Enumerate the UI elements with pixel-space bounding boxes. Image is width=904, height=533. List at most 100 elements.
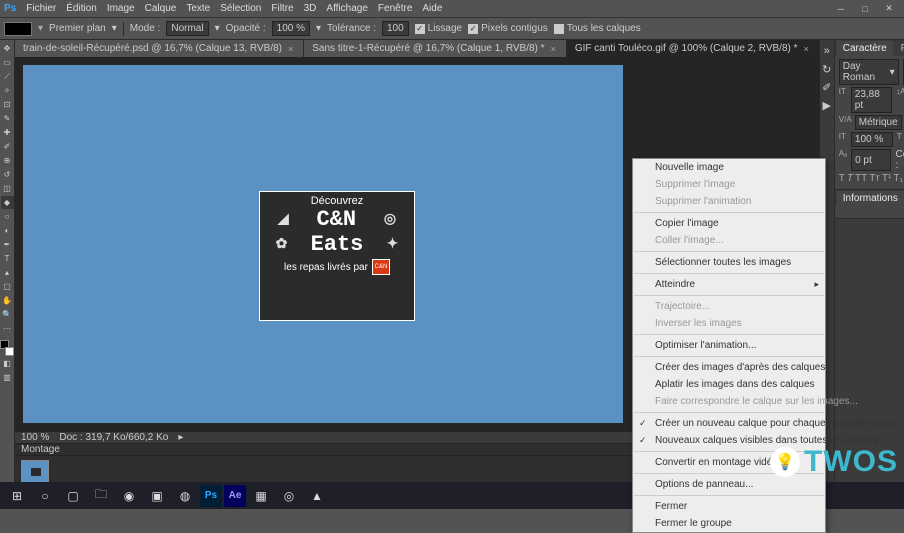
all-layers-checkbox[interactable]: Tous les calques [554, 23, 641, 34]
type-tool[interactable]: T [1, 252, 14, 265]
kerning-select[interactable]: Métrique [855, 115, 902, 130]
misc-tool[interactable]: ⋯ [1, 322, 14, 335]
italic-button[interactable]: T [847, 173, 853, 184]
quick-mask-icon[interactable]: ◧ [1, 357, 14, 370]
ctx-new-image[interactable]: Nouvelle image [633, 159, 825, 176]
tab-caractere[interactable]: Caractère [837, 41, 893, 56]
twos-watermark: 💡 TWOS [770, 445, 898, 479]
menu-fichier[interactable]: Fichier [26, 3, 56, 14]
app-icon-3[interactable]: ▦ [248, 485, 274, 507]
marquee-tool[interactable]: ▭ [1, 56, 14, 69]
ctx-close-group[interactable]: Fermer le groupe [633, 515, 825, 532]
brush-tool[interactable]: ✐ [1, 140, 14, 153]
ctx-select-all[interactable]: Sélectionner toutes les images [633, 254, 825, 271]
move-tool[interactable]: ✥ [1, 42, 14, 55]
spot-heal-tool[interactable]: ✚ [1, 126, 14, 139]
tool-panel: ✥ ▭ ⟋ ✧ ⊡ ✎ ✚ ✐ ⊕ ↺ ◫ ◆ ○ ◐ ✒ T ▴ ▢ ✋ 🔍 … [0, 40, 15, 482]
twos-text: TWOS [804, 445, 898, 479]
explorer-icon[interactable]: 🗀 [88, 485, 114, 507]
zoom-level[interactable]: 100 % [21, 432, 49, 443]
zoom-tool[interactable]: 🔍 [1, 308, 14, 321]
ctx-copy-image[interactable]: Copier l'image [633, 215, 825, 232]
minimize-button[interactable]: ─ [830, 2, 852, 16]
menu-texte[interactable]: Texte [186, 3, 210, 14]
double-arrow-icon[interactable]: » [820, 44, 834, 58]
app-icon-5[interactable]: ▲ [304, 485, 330, 507]
tolerance-input[interactable]: 100 [382, 21, 409, 36]
doc-tab-1[interactable]: train-de-soleil-Récupéré.psd @ 16,7% (Ca… [15, 40, 304, 57]
fg-bg-colors[interactable] [0, 340, 14, 356]
doc-tab-3[interactable]: GIF canti Touléco.gif @ 100% (Calque 2, … [567, 40, 820, 57]
menu-affichage[interactable]: Affichage [326, 3, 368, 14]
search-icon[interactable]: ○ [32, 485, 58, 507]
history-icon[interactable]: ↻ [820, 62, 834, 76]
screen-mode-icon[interactable]: ▥ [1, 371, 14, 384]
mode-select[interactable]: Normal [166, 21, 208, 36]
menu-edition[interactable]: Édition [66, 3, 97, 14]
bold-button[interactable]: T [839, 173, 845, 184]
allcaps-button[interactable]: TT [855, 173, 867, 184]
magic-wand-tool[interactable]: ✧ [1, 84, 14, 97]
menu-selection[interactable]: Sélection [220, 3, 261, 14]
antialias-checkbox[interactable]: ✓Lissage [415, 23, 462, 34]
ctx-new-layer-each[interactable]: Créer un nouveau calque pour chaque nouv… [633, 415, 825, 432]
close-tab-icon[interactable]: × [804, 44, 809, 54]
close-tab-icon[interactable]: × [288, 44, 293, 54]
path-select-tool[interactable]: ▴ [1, 266, 14, 279]
blur-tool[interactable]: ○ [1, 210, 14, 223]
superscript-button[interactable]: T¹ [882, 173, 891, 184]
lasso-tool[interactable]: ⟋ [1, 70, 14, 83]
shape-tool[interactable]: ▢ [1, 280, 14, 293]
ctx-optimize[interactable]: Optimiser l'animation... [633, 337, 825, 354]
crop-tool[interactable]: ⊡ [1, 98, 14, 111]
ctx-tween: Trajectoire... [633, 298, 825, 315]
fg-label: Premier plan [49, 23, 106, 34]
clone-stamp-tool[interactable]: ⊕ [1, 154, 14, 167]
maximize-button[interactable]: □ [854, 2, 876, 16]
brush-icon[interactable]: ✐ [820, 80, 834, 94]
ctx-make-frames[interactable]: Créer des images d'après des calques [633, 359, 825, 376]
font-family-select[interactable]: Day Roman▾ [839, 59, 899, 85]
paint-bucket-tool[interactable]: ◆ [1, 196, 14, 209]
photoshop-icon[interactable]: Ps [200, 485, 222, 507]
chevron-right-icon[interactable]: ▸ [178, 432, 183, 443]
close-tab-icon[interactable]: × [551, 44, 556, 54]
ctx-close[interactable]: Fermer [633, 498, 825, 515]
play-icon[interactable]: ▶ [820, 98, 834, 112]
dodge-tool[interactable]: ◐ [1, 224, 14, 237]
pen-tool[interactable]: ✒ [1, 238, 14, 251]
fill-swatch[interactable] [4, 22, 32, 36]
ctx-goto[interactable]: Atteindre [633, 276, 825, 293]
contiguous-checkbox[interactable]: ✓Pixels contigus [468, 23, 548, 34]
chrome-icon[interactable]: ◉ [116, 485, 142, 507]
eyedropper-tool[interactable]: ✎ [1, 112, 14, 125]
menu-fenetre[interactable]: Fenêtre [378, 3, 412, 14]
eraser-tool[interactable]: ◫ [1, 182, 14, 195]
opacity-label: Opacité : [226, 23, 266, 34]
aftereffects-icon[interactable]: Ae [224, 485, 246, 507]
task-view-icon[interactable]: ▢ [60, 485, 86, 507]
tab-informations[interactable]: Informations [837, 191, 904, 206]
start-button[interactable]: ⊞ [4, 485, 30, 507]
app-icon-1[interactable]: ▣ [144, 485, 170, 507]
canvas[interactable]: Découvrez ◢ C&N ◎ ✿ Eats ✦ les repas liv… [23, 65, 623, 423]
font-size-input[interactable]: 23,88 pt [851, 87, 892, 113]
app-icon-2[interactable]: ◍ [172, 485, 198, 507]
smallcaps-button[interactable]: Tᴛ [869, 173, 880, 184]
menu-aide[interactable]: Aide [422, 3, 442, 14]
menu-image[interactable]: Image [107, 3, 135, 14]
app-icon-4[interactable]: ◎ [276, 485, 302, 507]
hand-tool[interactable]: ✋ [1, 294, 14, 307]
subscript-button[interactable]: T₁ [893, 173, 902, 184]
vscale-input[interactable]: 100 % [851, 132, 893, 147]
tab-paragraphe[interactable]: Paragraphe [895, 41, 904, 56]
menu-filtre[interactable]: Filtre [271, 3, 293, 14]
close-button[interactable]: ✕ [878, 2, 900, 16]
doc-tab-2[interactable]: Sans titre-1-Récupéré @ 16,7% (Calque 1,… [304, 40, 567, 57]
menu-3d[interactable]: 3D [304, 3, 317, 14]
menu-calque[interactable]: Calque [145, 3, 177, 14]
ctx-flatten[interactable]: Aplatir les images dans des calques [633, 376, 825, 393]
baseline-input[interactable]: 0 pt [851, 149, 891, 171]
history-brush-tool[interactable]: ↺ [1, 168, 14, 181]
opacity-input[interactable]: 100 % [272, 21, 310, 36]
